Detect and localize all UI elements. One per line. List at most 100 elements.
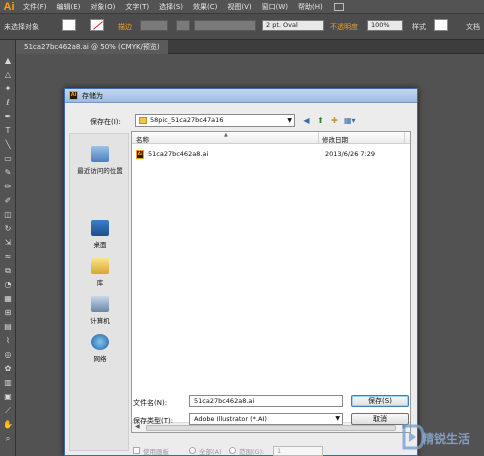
- new-folder-icon[interactable]: ✚: [329, 115, 340, 126]
- scrollbar-thumb[interactable]: [146, 425, 396, 431]
- place-computer[interactable]: 计算机: [70, 296, 130, 325]
- menu-edit[interactable]: 编辑(E): [52, 0, 86, 14]
- rotate-tool-icon[interactable]: ↻: [3, 224, 13, 234]
- hand-tool-icon[interactable]: ✋: [3, 420, 13, 430]
- sort-ascending-icon: ▲: [224, 132, 228, 138]
- workspace-switcher-icon[interactable]: [333, 2, 344, 11]
- filename-label: 文件名(N):: [133, 399, 168, 407]
- stroke-swatch[interactable]: [90, 19, 104, 31]
- ai-file-icon: Ai: [136, 150, 144, 159]
- range-input[interactable]: 1: [273, 446, 323, 456]
- save-in-dropdown[interactable]: 58pic_51ca27bc47a16 ▼: [135, 114, 295, 127]
- shape-builder-tool-icon[interactable]: ◔: [3, 280, 13, 290]
- watermark-text: 精锐生活: [422, 432, 471, 446]
- pen-tool-icon[interactable]: ✒: [3, 112, 13, 122]
- file-row[interactable]: Ai 51ca27bc462a8.ai 2013/6/26 7:29: [132, 149, 410, 160]
- rectangle-tool-icon[interactable]: ▭: [3, 154, 13, 164]
- save-type-value: Adobe Illustrator (*.AI): [194, 415, 267, 423]
- lasso-tool-icon[interactable]: ℓ: [3, 98, 13, 108]
- document-setup-label[interactable]: 文档: [466, 22, 480, 32]
- column-modified[interactable]: 修改日期: [322, 134, 348, 144]
- cancel-button[interactable]: 取消: [351, 413, 409, 425]
- profile-dropdown[interactable]: [194, 20, 256, 31]
- menu-select[interactable]: 选择(S): [154, 0, 188, 14]
- place-recent[interactable]: 最近访问的位置: [70, 146, 130, 175]
- fill-swatch[interactable]: [62, 19, 76, 31]
- document-tab-bar: 51ca27bc462a8.ai @ 50% (CMYK/预览): [16, 40, 484, 54]
- place-library-label: 库: [96, 279, 104, 287]
- paintbrush-tool-icon[interactable]: ✎: [3, 168, 13, 178]
- view-menu-icon[interactable]: ▦▾: [344, 115, 356, 126]
- range-label: 范围(G):: [239, 448, 265, 456]
- type-tool-icon[interactable]: T: [3, 126, 13, 136]
- save-button[interactable]: 保存(S): [351, 395, 409, 407]
- filename-input[interactable]: 51ca27bc462a8.ai: [189, 395, 343, 407]
- illustrator-icon: Ai: [69, 91, 78, 100]
- zoom-tool-icon[interactable]: ⌕: [3, 434, 13, 444]
- style-swatch[interactable]: [434, 19, 448, 31]
- selection-status: 未选择对象: [4, 23, 39, 31]
- place-library[interactable]: 库: [70, 258, 130, 287]
- watermark-logo-icon: [402, 424, 424, 450]
- mesh-tool-icon[interactable]: ⊞: [3, 308, 13, 318]
- all-label: 全部(A): [199, 448, 222, 456]
- places-bar: 最近访问的位置 桌面 库 计算机 网络: [69, 133, 129, 451]
- blend-tool-icon[interactable]: ◎: [3, 350, 13, 360]
- free-transform-tool-icon[interactable]: ⧉: [3, 266, 13, 276]
- desktop-icon: [91, 220, 109, 236]
- menu-view[interactable]: 视图(V): [222, 0, 256, 14]
- stroke-label[interactable]: 描边: [118, 22, 132, 32]
- opacity-field[interactable]: 100%: [367, 20, 403, 31]
- dialog-title: 存储为: [82, 91, 103, 100]
- gradient-tool-icon[interactable]: ▤: [3, 322, 13, 332]
- direct-selection-tool-icon[interactable]: △: [3, 70, 13, 80]
- line-tool-icon[interactable]: ╲: [3, 140, 13, 150]
- back-icon[interactable]: ◀: [301, 115, 312, 126]
- stroke-weight-dropdown[interactable]: [140, 20, 168, 31]
- scale-tool-icon[interactable]: ⇲: [3, 238, 13, 248]
- use-artboards-label: 使用画板: [143, 448, 169, 456]
- menu-file[interactable]: 文件(F): [18, 0, 52, 14]
- perspective-grid-tool-icon[interactable]: ▦: [3, 294, 13, 304]
- use-artboards-checkbox[interactable]: [133, 447, 140, 454]
- eyedropper-tool-icon[interactable]: ⌇: [3, 336, 13, 346]
- slice-tool-icon[interactable]: ⟋: [3, 406, 13, 416]
- menu-object[interactable]: 对象(O): [85, 0, 120, 14]
- pencil-tool-icon[interactable]: ✏: [3, 182, 13, 192]
- app-logo: Ai: [3, 0, 15, 13]
- document-tab[interactable]: 51ca27bc462a8.ai @ 50% (CMYK/预览): [16, 40, 168, 54]
- folder-icon: [139, 117, 147, 124]
- artboard-tool-icon[interactable]: ▣: [3, 392, 13, 402]
- save-type-dropdown[interactable]: Adobe Illustrator (*.AI) ▼: [189, 413, 343, 425]
- place-desktop[interactable]: 桌面: [70, 220, 130, 249]
- menu-bar: Ai 文件(F) 编辑(E) 对象(O) 文字(T) 选择(S) 效果(C) 视…: [0, 0, 484, 14]
- up-folder-icon[interactable]: ⬆: [315, 115, 326, 126]
- range-radio[interactable]: [229, 447, 236, 454]
- eraser-tool-icon[interactable]: ◫: [3, 210, 13, 220]
- range-value: 1: [277, 447, 282, 455]
- menu-help[interactable]: 帮助(H): [293, 0, 328, 14]
- menu-window[interactable]: 窗口(W): [257, 0, 293, 14]
- all-radio[interactable]: [189, 447, 196, 454]
- style-label: 样式: [412, 23, 426, 31]
- column-graph-tool-icon[interactable]: ▥: [3, 378, 13, 388]
- control-bar: 未选择对象 描边 2 pt. Oval 不透明度 100% 样式 文档: [0, 14, 484, 40]
- column-name[interactable]: 名称: [136, 134, 149, 144]
- menu-effect[interactable]: 效果(C): [188, 0, 222, 14]
- column-separator[interactable]: [318, 132, 319, 144]
- column-separator[interactable]: [404, 132, 405, 144]
- menu-type[interactable]: 文字(T): [120, 0, 154, 14]
- dialog-title-bar[interactable]: Ai 存储为: [65, 89, 417, 103]
- selection-tool-icon[interactable]: ▲: [3, 56, 13, 66]
- brush-definition-dropdown[interactable]: 2 pt. Oval: [262, 20, 324, 31]
- chevron-down-icon: ▼: [335, 415, 340, 422]
- place-network[interactable]: 网络: [70, 334, 130, 363]
- symbol-sprayer-tool-icon[interactable]: ✿: [3, 364, 13, 374]
- magic-wand-tool-icon[interactable]: ✦: [3, 84, 13, 94]
- variable-width-dropdown[interactable]: [176, 20, 190, 31]
- chevron-down-icon: ▼: [287, 117, 292, 124]
- opacity-label[interactable]: 不透明度: [330, 22, 358, 32]
- warp-tool-icon[interactable]: ≈: [3, 252, 13, 262]
- watermark: 精锐生活: [402, 420, 484, 456]
- blob-brush-tool-icon[interactable]: ✐: [3, 196, 13, 206]
